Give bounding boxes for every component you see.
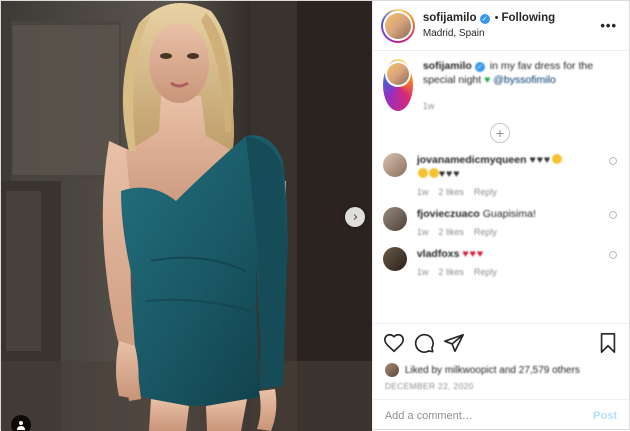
comment-meta: 1w 2 likes Reply: [417, 267, 617, 277]
comment-likes[interactable]: 2 likes: [438, 267, 464, 277]
caption-time: 1w: [422, 101, 435, 111]
comments-section: sofijamilo ✓ in my fav dress for the spec…: [373, 51, 629, 323]
comment-item: jovanamedicmyqueen ♥♥♥ ♥♥♥ 1w 2 likes Repl…: [382, 153, 617, 197]
comment-likes[interactable]: 2 likes: [438, 187, 464, 197]
heart-icon[interactable]: [383, 332, 405, 354]
post-image[interactable]: ›: [1, 1, 372, 431]
comment-like-icon[interactable]: [609, 157, 617, 165]
comment-username[interactable]: jovanamedicmyqueen: [417, 154, 527, 166]
caption-story-ring[interactable]: [382, 59, 413, 111]
emoji-icon: [552, 154, 563, 164]
avatar: [386, 63, 409, 85]
share-icon[interactable]: [443, 332, 465, 354]
commenter-avatar[interactable]: [382, 153, 407, 177]
commenter-avatar[interactable]: [382, 247, 407, 271]
comment-time: 1w: [416, 267, 429, 277]
post-date: DECEMBER 22, 2020: [384, 381, 474, 391]
reply-button[interactable]: Reply: [474, 267, 497, 277]
location-link[interactable]: Madrid, Spain: [423, 26, 601, 41]
verified-badge-icon: ✓: [474, 62, 485, 72]
caption-username[interactable]: sofijamilo: [423, 60, 472, 72]
post-header: sofijamilo ✓ • Following Madrid, Spain ••…: [372, 1, 629, 51]
verified-badge-icon: ✓: [479, 13, 490, 24]
emoji-icon: [417, 168, 428, 178]
comment-meta: 1w 2 likes Reply: [417, 187, 617, 197]
caption: sofijamilo ✓ in my fav dress for the spec…: [382, 59, 617, 111]
comment-username[interactable]: vladfoxs: [417, 248, 460, 260]
green-heart-emoji: ♥: [484, 74, 491, 86]
comment-likes[interactable]: 2 likes: [438, 227, 464, 237]
reply-button[interactable]: Reply: [474, 227, 497, 237]
likes-row: Liked by milkwoopict and 27,579 others: [373, 361, 629, 379]
comment-input[interactable]: [384, 409, 594, 422]
caption-mention[interactable]: @byssofimilo: [493, 74, 556, 86]
action-bar: [372, 323, 629, 361]
instagram-post: › sofijamilo✓ • Following Madrid, Spain: [0, 0, 630, 431]
avatar: [384, 12, 411, 39]
emoji-icon: [428, 168, 439, 178]
add-comment-bar: Post: [372, 399, 629, 431]
liker-avatar[interactable]: [384, 363, 399, 377]
user-tag-icon: [17, 421, 25, 430]
comment-item: vladfoxs ♥♥♥ 1w 2 likes Reply: [382, 247, 617, 277]
comment-time: 1w: [416, 187, 429, 197]
comment-text-line2: ♥♥♥: [438, 168, 461, 180]
separator: •: [494, 11, 499, 24]
comment-text: Guapisima!: [482, 208, 536, 220]
post-button[interactable]: Post: [593, 410, 617, 422]
comment-text: ♥♥♥: [462, 248, 485, 260]
story-ring[interactable]: [380, 8, 415, 43]
plus-circle-icon[interactable]: +: [489, 123, 510, 143]
reply-button[interactable]: Reply: [474, 187, 497, 197]
chevron-right-icon: ›: [352, 209, 359, 225]
comment-item: fjovieczuaco Guapisima! 1w 2 likes Reply: [382, 207, 617, 237]
comment-icon[interactable]: [413, 332, 435, 354]
comment-username[interactable]: fjovieczuaco: [417, 208, 480, 220]
post-side-panel: sofijamilo ✓ • Following Madrid, Spain ••…: [371, 1, 629, 431]
commenter-avatar[interactable]: [382, 207, 407, 231]
carousel-next-button[interactable]: ›: [345, 207, 365, 227]
caption-meta: 1w: [423, 101, 617, 111]
bookmark-icon[interactable]: [597, 332, 619, 354]
comment-meta: 1w 2 likes Reply: [417, 227, 617, 237]
header-username[interactable]: sofijamilo: [423, 12, 477, 24]
comment-like-icon[interactable]: [609, 211, 617, 219]
comment-like-icon[interactable]: [609, 251, 617, 259]
tagged-people-button[interactable]: [11, 415, 31, 431]
following-button[interactable]: Following: [501, 12, 555, 24]
comment-text: ♥♥♥: [529, 154, 552, 166]
more-options-icon[interactable]: •••: [600, 18, 617, 33]
photo-illustration: [1, 1, 372, 431]
likes-text[interactable]: Liked by milkwoopict and 27,579 others: [405, 365, 580, 376]
comment-time: 1w: [416, 227, 429, 237]
